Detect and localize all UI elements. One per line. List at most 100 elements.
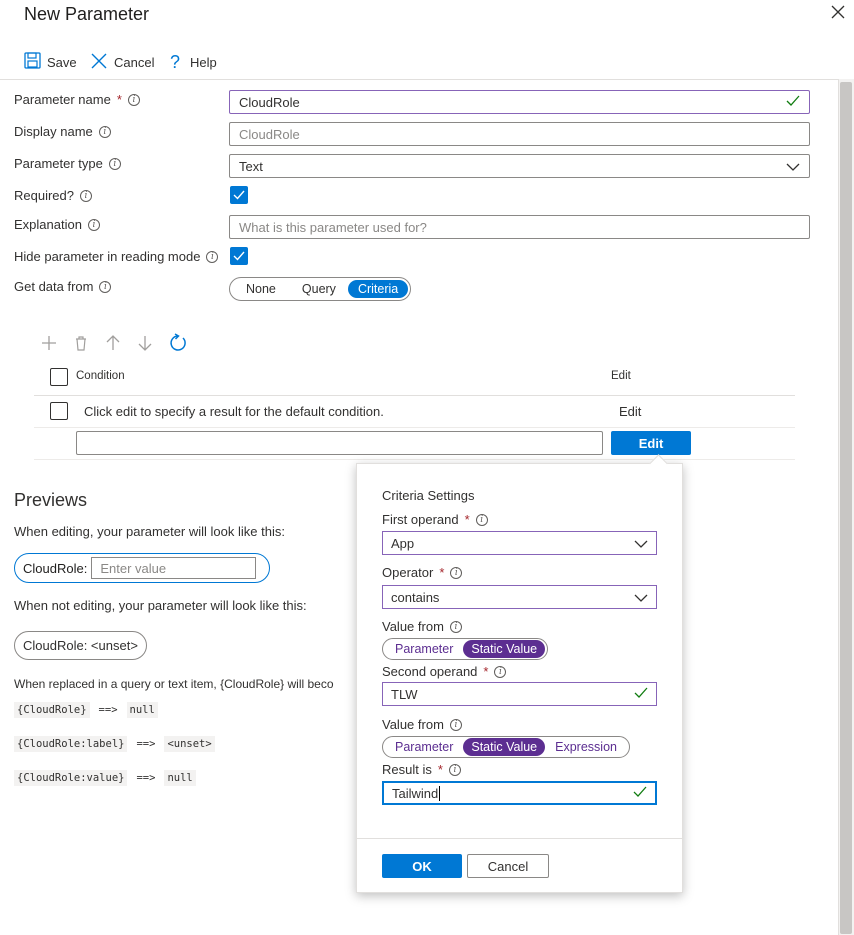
- parameter-name-value: CloudRole: [239, 94, 300, 110]
- info-icon[interactable]: i: [475, 513, 488, 526]
- explanation-input[interactable]: What is this parameter used for?: [229, 215, 810, 239]
- info-icon[interactable]: i: [99, 280, 112, 293]
- operator-dropdown[interactable]: contains: [382, 585, 657, 609]
- checkmark-icon: [633, 786, 647, 801]
- second-operand-value: TLW: [391, 686, 418, 702]
- info-icon[interactable]: i: [206, 250, 219, 263]
- get-data-option-none[interactable]: None: [232, 280, 290, 298]
- info-icon[interactable]: i: [80, 189, 92, 202]
- value-from-option-parameter[interactable]: Parameter: [385, 738, 463, 756]
- edit-preview-chip: CloudRole: Enter value: [14, 553, 270, 583]
- value-from-text: Value from: [382, 619, 444, 634]
- help-icon: ?: [170, 52, 181, 72]
- table-divider: [34, 395, 795, 396]
- info-icon[interactable]: i: [494, 665, 507, 678]
- cancel-label: Cancel: [114, 55, 155, 70]
- required-asterisk: *: [464, 512, 470, 527]
- chevron-down-icon: [634, 536, 648, 551]
- get-data-toggle[interactable]: None Query Criteria: [229, 277, 412, 301]
- previews-heading: Previews: [14, 490, 88, 510]
- explanation-placeholder: What is this parameter used for?: [239, 219, 427, 235]
- result-input[interactable]: [76, 431, 603, 455]
- required-asterisk: *: [439, 565, 445, 580]
- display-name-input[interactable]: CloudRole: [229, 122, 810, 146]
- preview-token: {CloudRole:value}: [14, 770, 128, 786]
- save-label: Save: [47, 54, 77, 70]
- get-data-option-criteria[interactable]: Criteria: [347, 280, 409, 298]
- preview-line: {CloudRole} ==> null: [14, 702, 158, 718]
- preview-line: {CloudRole:value} ==> null: [14, 770, 196, 786]
- callout-beak: [649, 454, 668, 473]
- cancel-button[interactable]: Cancel: [90, 52, 154, 73]
- replaced-description: When replaced in a query or text item, {…: [14, 677, 334, 691]
- value-from-label-2: Value from i: [382, 717, 462, 732]
- help-label: Help: [190, 55, 217, 70]
- required-asterisk: *: [116, 92, 122, 107]
- get-data-option-query[interactable]: Query: [290, 280, 348, 298]
- value-from-toggle-2[interactable]: Parameter Static Value Expression: [382, 736, 630, 758]
- row-edit-link[interactable]: Edit: [619, 404, 641, 419]
- operator-value: contains: [391, 589, 440, 605]
- hide-parameter-checkbox[interactable]: [230, 247, 248, 265]
- delete-icon[interactable]: [72, 334, 90, 355]
- checkmark-icon: [233, 251, 245, 261]
- checkmark-icon: [786, 95, 800, 110]
- parameter-name-text: Parameter name: [14, 92, 111, 107]
- ok-button[interactable]: OK: [382, 854, 462, 878]
- required-checkbox[interactable]: [230, 186, 248, 204]
- help-button[interactable]: ? Help: [170, 52, 217, 73]
- checkmark-icon: [233, 190, 245, 200]
- edit-button[interactable]: Edit: [611, 431, 691, 455]
- first-operand-value: App: [391, 535, 415, 551]
- parameter-name-input[interactable]: CloudRole: [229, 90, 810, 114]
- info-icon[interactable]: i: [108, 157, 121, 170]
- dialog-divider: [357, 838, 682, 839]
- result-is-input[interactable]: Tailwind: [382, 781, 657, 805]
- value-from-option-parameter[interactable]: Parameter: [385, 640, 463, 658]
- save-icon: [24, 52, 41, 72]
- info-icon[interactable]: i: [449, 620, 462, 633]
- second-operand-input[interactable]: TLW: [382, 682, 657, 706]
- chevron-down-icon: [786, 159, 800, 174]
- move-down-icon[interactable]: [136, 334, 154, 355]
- refresh-icon[interactable]: [168, 333, 188, 356]
- move-up-icon[interactable]: [104, 334, 122, 355]
- second-operand-text: Second operand: [382, 664, 478, 679]
- edit-column-header: Edit: [611, 370, 631, 382]
- display-name-placeholder: CloudRole: [239, 126, 300, 142]
- parameter-type-dropdown[interactable]: Text: [229, 154, 810, 178]
- result-is-text-value: Tailwind: [392, 785, 439, 801]
- required-asterisk: *: [483, 664, 489, 679]
- value-from-text-2: Value from: [382, 717, 444, 732]
- add-icon[interactable]: [40, 334, 58, 355]
- display-name-text: Display name: [14, 124, 93, 139]
- get-data-label: Get data from i: [14, 279, 112, 294]
- info-icon[interactable]: i: [448, 763, 461, 776]
- value-from-toggle-1[interactable]: Parameter Static Value: [382, 638, 549, 660]
- info-icon[interactable]: i: [449, 718, 462, 731]
- not-editing-description: When not editing, your parameter will lo…: [14, 598, 307, 613]
- value-from-option-static[interactable]: Static Value: [463, 640, 546, 658]
- parameter-type-value: Text: [239, 158, 263, 174]
- dialog-cancel-button[interactable]: Cancel: [467, 854, 549, 878]
- close-icon[interactable]: [830, 4, 848, 22]
- editing-description: When editing, your parameter will look l…: [14, 524, 285, 539]
- value-from-option-static[interactable]: Static Value: [463, 738, 546, 756]
- info-icon[interactable]: i: [87, 218, 100, 231]
- save-button[interactable]: Save: [24, 52, 77, 72]
- select-all-checkbox[interactable]: [50, 368, 68, 386]
- info-icon[interactable]: i: [98, 125, 111, 138]
- row-checkbox[interactable]: [50, 402, 68, 420]
- table-divider: [34, 427, 795, 428]
- info-icon[interactable]: i: [127, 93, 140, 106]
- scrollbar-thumb[interactable]: [840, 82, 852, 934]
- first-operand-dropdown[interactable]: App: [382, 531, 657, 555]
- required-label: Required? i: [14, 188, 92, 203]
- edit-preview-input[interactable]: Enter value: [91, 557, 257, 579]
- value-from-option-expression[interactable]: Expression: [545, 738, 627, 756]
- condition-column-header: Condition: [76, 370, 125, 382]
- criteria-settings-dialog: Criteria Settings First operand * i App O…: [356, 454, 683, 893]
- info-icon[interactable]: i: [450, 566, 463, 579]
- required-asterisk: *: [437, 762, 443, 777]
- preview-value: null: [164, 770, 196, 786]
